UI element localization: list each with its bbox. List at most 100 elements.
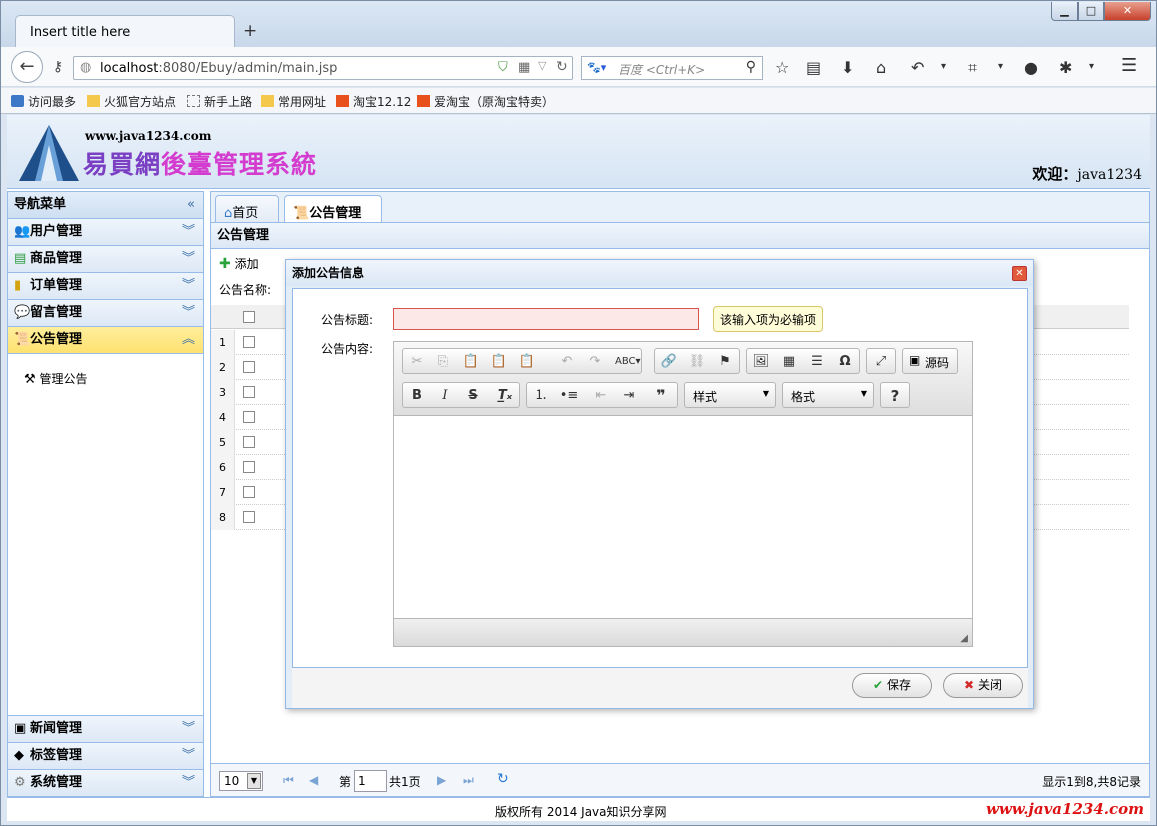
source-button[interactable]: ▣ 源码 xyxy=(902,348,958,374)
special-char-icon[interactable]: Ω xyxy=(833,352,857,372)
nav-item-users[interactable]: 👥用户管理 ︾ xyxy=(8,219,203,246)
dropdown-icon[interactable]: ▽ xyxy=(538,59,546,72)
row-checkbox[interactable] xyxy=(243,336,255,348)
undo-icon[interactable]: ↶ xyxy=(555,352,579,372)
last-page-icon[interactable]: ⏭ xyxy=(463,773,474,788)
row-checkbox[interactable] xyxy=(243,461,255,473)
next-page-icon[interactable]: ▶ xyxy=(437,773,446,787)
italic-icon[interactable]: I xyxy=(433,386,457,406)
star-icon[interactable]: ☆ xyxy=(775,58,789,77)
url-bar[interactable]: ◍ localhost:8080/Ebuy/admin/main.jsp ⛉ ▦… xyxy=(73,56,573,80)
search-icon[interactable]: ⚲ xyxy=(746,59,756,75)
crop-dropdown-icon[interactable]: ▾ xyxy=(998,61,1003,72)
bookmark-taobao-1212[interactable]: 淘宝12.12 xyxy=(336,93,411,110)
blockquote-icon[interactable]: ❞ xyxy=(649,386,673,406)
resize-handle-icon[interactable]: ◢ xyxy=(960,633,968,644)
page-size-select[interactable]: 10 ▼ xyxy=(219,771,263,791)
close-button[interactable]: ✖ 关闭 xyxy=(943,673,1023,698)
style-combo[interactable]: 样式 ▼ xyxy=(684,382,776,408)
add-button[interactable]: ✚ 添加 xyxy=(219,255,259,272)
back-button[interactable]: ← xyxy=(11,51,43,83)
horizontal-line-icon[interactable]: ☰ xyxy=(805,352,829,372)
key-icon[interactable]: ⚷ xyxy=(43,53,73,81)
row-checkbox[interactable] xyxy=(243,486,255,498)
help-button[interactable]: ? xyxy=(880,382,910,408)
anchor-flag-icon[interactable]: ⚑ xyxy=(713,352,737,372)
expand-icon: ︾ xyxy=(181,721,195,736)
nav-item-tags[interactable]: ◆ 标签管理 ︾ xyxy=(8,742,203,769)
download-icon[interactable]: ⬇ xyxy=(841,58,854,77)
link-icon[interactable]: 🔗 xyxy=(657,352,681,372)
save-button[interactable]: ✔ 保存 xyxy=(852,673,932,698)
sub-item-manage-notices[interactable]: ⚒ 管理公告 xyxy=(24,370,88,387)
paste-icon[interactable]: 📋 xyxy=(459,352,483,372)
menu-icon[interactable]: ☰ xyxy=(1121,55,1137,76)
row-checkbox[interactable] xyxy=(243,386,255,398)
unlink-icon[interactable]: ⛓ xyxy=(685,352,709,372)
editor-content-area[interactable] xyxy=(394,416,972,618)
row-checkbox[interactable] xyxy=(243,436,255,448)
minimize-button[interactable]: ▁ xyxy=(1051,2,1078,21)
first-page-icon[interactable]: ⏮ xyxy=(283,773,294,788)
bug-icon[interactable]: ✱ xyxy=(1059,58,1072,77)
maximize-button[interactable]: □ xyxy=(1078,2,1104,21)
nav-item-orders[interactable]: ▮ 订单管理 ︾ xyxy=(8,273,203,300)
nav-item-news[interactable]: ▣ 新闻管理 ︾ xyxy=(8,715,203,742)
shield-icon[interactable]: ⛉ xyxy=(498,60,508,75)
collapse-icon[interactable]: « xyxy=(187,192,195,218)
reload-icon[interactable]: ↻ xyxy=(556,59,568,75)
paste-word-icon[interactable]: 📋 xyxy=(515,352,539,372)
nav-menu-title[interactable]: 导航菜单 « xyxy=(8,192,203,219)
search-box[interactable]: 🐾▾ 百度 <Ctrl+K> ⚲ xyxy=(581,56,763,80)
reading-list-icon[interactable]: ▤ xyxy=(806,58,821,77)
cut-icon[interactable]: ✂ xyxy=(405,352,429,372)
row-checkbox[interactable] xyxy=(243,361,255,373)
nav-item-products[interactable]: ▤ 商品管理 ︾ xyxy=(8,246,203,273)
paste-text-icon[interactable]: 📋 xyxy=(487,352,511,372)
bulleted-list-icon[interactable]: •≡ xyxy=(557,386,581,406)
window-close-button[interactable]: ✕ xyxy=(1104,2,1151,21)
bookmark-official[interactable]: 火狐官方站点 xyxy=(87,93,176,110)
chevron-down-icon[interactable]: ▼ xyxy=(247,773,261,789)
bold-icon[interactable]: B xyxy=(405,386,429,406)
copy-icon[interactable]: ⎘ xyxy=(431,352,455,372)
refresh-icon[interactable]: ↻ xyxy=(497,771,509,787)
tab-home[interactable]: ⌂首页 xyxy=(215,195,279,223)
bookmark-most-visited[interactable]: 访问最多 xyxy=(11,93,76,110)
home-icon[interactable]: ⌂ xyxy=(876,58,886,77)
strike-icon[interactable]: S xyxy=(461,386,485,406)
browser-tab[interactable]: Insert title here xyxy=(15,15,235,47)
new-tab-button[interactable]: + xyxy=(243,21,257,41)
bug-dropdown-icon[interactable]: ▾ xyxy=(1089,61,1094,72)
image-icon[interactable]: 🖼 xyxy=(749,352,773,372)
dialog-close-icon[interactable]: ✕ xyxy=(1012,266,1027,281)
spellcheck-icon[interactable]: ABC▾ xyxy=(615,352,641,372)
notice-title-input[interactable]: ⚠ xyxy=(393,308,794,330)
numbered-list-icon[interactable]: ⒈ xyxy=(529,386,553,406)
row-checkbox[interactable] xyxy=(243,411,255,423)
bookmark-common-sites[interactable]: 常用网址 xyxy=(261,93,326,110)
crop-icon[interactable]: ⌗ xyxy=(968,58,977,78)
undo-dropdown-icon[interactable]: ▾ xyxy=(941,61,946,72)
maximize-icon[interactable]: ⤢ xyxy=(869,352,893,372)
nav-item-system[interactable]: ⚙ 系统管理 ︾ xyxy=(8,769,203,796)
indent-icon[interactable]: ⇥ xyxy=(617,386,641,406)
bookmark-ai-taobao[interactable]: 爱淘宝（原淘宝特卖） xyxy=(417,93,554,110)
row-checkbox[interactable] xyxy=(243,511,255,523)
nav-item-notices[interactable]: 📜公告管理 ︽ xyxy=(8,327,203,354)
qr-code-icon[interactable]: ▦ xyxy=(518,60,530,75)
remove-format-icon[interactable]: T̲ₓ xyxy=(493,386,517,406)
tab-notices[interactable]: 📜公告管理 × xyxy=(284,195,382,235)
select-all-checkbox[interactable] xyxy=(243,311,255,323)
baidu-icon[interactable]: 🐾▾ xyxy=(587,61,606,74)
nav-item-messages[interactable]: 💬留言管理 ︾ xyxy=(8,300,203,327)
outdent-icon[interactable]: ⇤ xyxy=(589,386,613,406)
chat-icon[interactable]: ● xyxy=(1024,58,1038,77)
redo-icon[interactable]: ↷ xyxy=(583,352,607,372)
table-icon[interactable]: ▦ xyxy=(777,352,801,372)
page-number-input[interactable]: 1 xyxy=(354,770,387,792)
prev-page-icon[interactable]: ◀ xyxy=(309,773,318,787)
undo-icon[interactable]: ↶ xyxy=(911,58,924,77)
format-combo[interactable]: 格式 ▼ xyxy=(782,382,874,408)
bookmark-getting-started[interactable]: 新手上路 xyxy=(187,93,252,110)
